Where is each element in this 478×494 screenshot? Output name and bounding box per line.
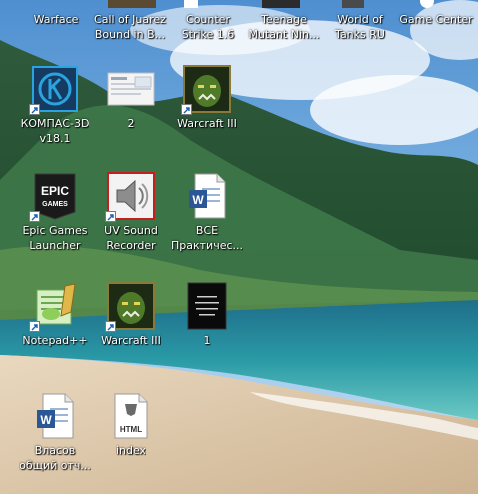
desktop-icon-call-of-juarez[interactable]: Call of Juarez Bound in B...: [92, 12, 168, 42]
icon-label: Warcraft III: [101, 334, 161, 347]
icon-label: ВСЕ Практичес...: [171, 224, 243, 252]
tmnt-icon: [262, 0, 300, 8]
desktop-icon-game-center[interactable]: Game Center: [398, 12, 474, 27]
shortcut-arrow-icon: [105, 211, 116, 222]
icon-label: 1: [203, 334, 211, 347]
icon-label: 2: [127, 117, 135, 130]
desktop-icon-notepad-plus-plus[interactable]: Notepad++: [17, 282, 93, 348]
call-of-juarez-icon: [108, 0, 156, 8]
desktop-icon-2[interactable]: 2: [93, 65, 169, 131]
html-tag-text: HTML: [120, 425, 142, 434]
desktop-icon-tmnt[interactable]: Teenage Mutant Nin...: [246, 12, 322, 42]
speaker-icon: [105, 172, 155, 222]
shortcut-arrow-icon: [181, 104, 192, 115]
icon-label: Warcraft III: [177, 117, 237, 130]
svg-text:W: W: [40, 413, 52, 427]
icon-label: КОМПАС-3D v18.1: [20, 117, 90, 145]
counter-strike-icon: [184, 0, 198, 8]
word-document-icon: W: [183, 172, 231, 220]
warcraft-icon: [181, 65, 231, 115]
icon-label: Notepad++: [22, 334, 88, 347]
world-of-tanks-icon: [342, 0, 364, 8]
icon-label: Власов общий отч...: [19, 444, 91, 472]
word-document-icon: W: [31, 392, 79, 440]
warcraft-icon: [105, 282, 155, 332]
desktop-icon-vse-praktiches[interactable]: W ВСЕ Практичес...: [169, 172, 245, 253]
kompas-3d-icon: [29, 65, 79, 115]
desktop-icon-warcraft-iii-top[interactable]: Warcraft III: [169, 65, 245, 131]
notepad-plus-plus-icon: [29, 282, 79, 332]
desktop-icon-warcraft-iii-bottom[interactable]: Warcraft III: [93, 282, 169, 348]
shortcut-arrow-icon: [29, 104, 40, 115]
shortcut-arrow-icon: [105, 321, 116, 332]
desktop-icon-world-of-tanks[interactable]: World of Tanks RU: [322, 12, 398, 42]
epic-logo-text: EPIC: [41, 184, 69, 198]
shortcut-arrow-icon: [29, 321, 40, 332]
shortcut-arrow-icon: [29, 211, 40, 222]
icon-label: Epic Games Launcher: [22, 224, 88, 252]
image-thumbnail-icon: [183, 282, 231, 330]
svg-text:W: W: [192, 193, 204, 207]
desktop-icon-kompas-3d[interactable]: КОМПАС-3D v18.1: [17, 65, 93, 146]
html-file-icon: HTML: [107, 392, 155, 440]
desktop-icon-warface[interactable]: Warface: [18, 12, 94, 27]
desktop-icon-index[interactable]: HTML index: [93, 392, 169, 458]
desktop-icon-vlasov-report[interactable]: W Власов общий отч...: [17, 392, 93, 473]
desktop-icon-epic-games[interactable]: EPIC GAMES Epic Games Launcher: [17, 172, 93, 253]
icon-label: UV Sound Recorder: [104, 224, 158, 252]
epic-games-icon: EPIC GAMES: [29, 172, 79, 222]
image-thumbnail-icon: [107, 65, 155, 113]
svg-text:GAMES: GAMES: [42, 201, 68, 208]
desktop-icon-counter-strike[interactable]: Counter Strike 1.6: [170, 12, 246, 42]
desktop-icon-uv-sound-recorder[interactable]: UV Sound Recorder: [93, 172, 169, 253]
icon-label: index: [115, 444, 147, 457]
desktop-icon-1[interactable]: 1: [169, 282, 245, 348]
